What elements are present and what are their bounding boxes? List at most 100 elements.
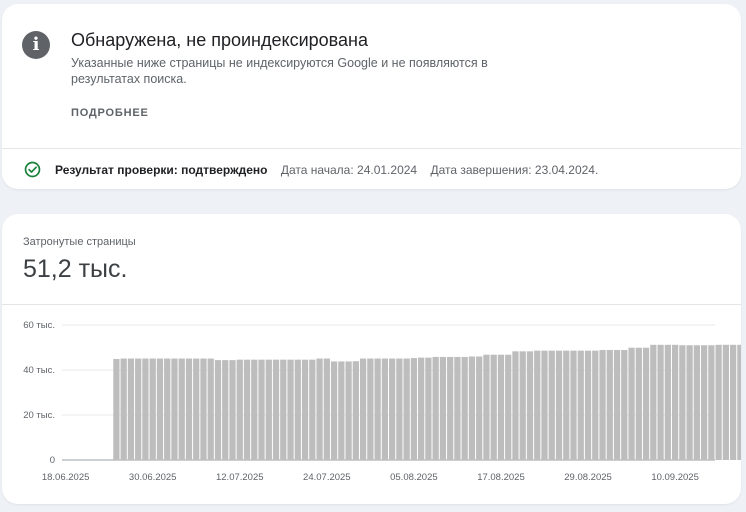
chart-bar[interactable] (693, 345, 700, 460)
chart-bar[interactable] (526, 351, 534, 460)
chart-bar[interactable] (236, 359, 243, 460)
chart-bar[interactable] (193, 358, 200, 460)
chart-bar[interactable] (316, 358, 323, 460)
chart-bar[interactable] (541, 350, 548, 460)
chart-bar[interactable] (548, 350, 555, 460)
chart-bar[interactable] (120, 358, 127, 460)
chart-bar[interactable] (570, 350, 577, 460)
chart-bar[interactable] (287, 359, 294, 460)
chart-bar[interactable] (505, 354, 512, 460)
chart-bar[interactable] (330, 361, 338, 460)
chart-bar[interactable] (628, 347, 635, 460)
chart-bar[interactable] (164, 358, 171, 460)
chart-bar[interactable] (606, 349, 613, 460)
chart-bar[interactable] (135, 358, 142, 460)
chart-bar[interactable] (142, 358, 149, 460)
chart-bar[interactable] (599, 349, 606, 460)
chart-bar[interactable] (323, 358, 330, 460)
chart-bar[interactable] (272, 359, 280, 460)
chart-bar[interactable] (563, 350, 570, 460)
chart-bar[interactable] (425, 357, 432, 460)
chart-bar[interactable] (222, 360, 229, 460)
y-tick-label: 0 (50, 455, 55, 466)
chart-bar[interactable] (127, 358, 135, 460)
chart-bar[interactable] (650, 344, 657, 460)
chart-bar[interactable] (534, 350, 541, 460)
chart-bar[interactable] (671, 344, 679, 460)
chart-bar[interactable] (432, 356, 439, 460)
chart-bar[interactable] (584, 350, 592, 460)
chart-bar[interactable] (483, 354, 490, 460)
chart-bar[interactable] (352, 361, 359, 460)
chart-bar[interactable] (468, 356, 476, 461)
chart-bar[interactable] (309, 359, 316, 460)
chart-bar[interactable] (722, 344, 730, 460)
chart-bar[interactable] (592, 350, 599, 460)
chart-bar[interactable] (447, 356, 454, 460)
chart-bar[interactable] (381, 358, 388, 460)
chart-bar[interactable] (700, 345, 708, 460)
chart-bar[interactable] (243, 359, 251, 460)
chart-bar[interactable] (359, 358, 367, 460)
learn-more-link[interactable]: ПОДРОБНЕЕ (71, 107, 149, 119)
chart-bar[interactable] (686, 345, 693, 460)
chart-bar[interactable] (265, 359, 272, 460)
chart-bar[interactable] (708, 345, 715, 460)
chart-bar[interactable] (737, 344, 741, 460)
chart-bar[interactable] (730, 344, 737, 460)
chart-bar[interactable] (439, 356, 447, 460)
x-tick-label: 18.06.2025 (42, 472, 90, 483)
chart-bar[interactable] (345, 361, 352, 460)
chart-bar[interactable] (512, 351, 519, 460)
chart-bar[interactable] (367, 358, 374, 460)
chart-bar[interactable] (461, 356, 468, 460)
chart-bar[interactable] (621, 349, 628, 460)
validation-end-date: Дата завершения: 23.04.2024. (430, 163, 599, 177)
chart-bar[interactable] (178, 358, 185, 460)
issue-status-card: i Обнаружена, не проиндексирована Указан… (2, 4, 741, 189)
chart-bar[interactable] (715, 344, 722, 460)
chart-bar[interactable] (664, 344, 671, 460)
chart-bar[interactable] (229, 360, 236, 460)
chart-bar[interactable] (410, 358, 418, 460)
chart-bar[interactable] (214, 360, 222, 460)
chart-bar[interactable] (519, 351, 526, 460)
x-tick-label: 29.08.2025 (564, 472, 612, 483)
chart-bar[interactable] (301, 359, 309, 460)
affected-pages-card: Затронутые страницы 51,2 тыс. 0 20 тыс. 40… (2, 214, 741, 504)
chart-bar[interactable] (338, 361, 345, 460)
chart-bar[interactable] (476, 356, 483, 461)
chart-bar[interactable] (454, 356, 461, 460)
chart-bar[interactable] (635, 347, 642, 460)
y-tick-label: 40 тыс. (23, 365, 55, 376)
chart-bar[interactable] (555, 350, 563, 460)
chart-bar[interactable] (207, 358, 214, 460)
x-tick-label: 30.06.2025 (129, 472, 177, 483)
chart-bar[interactable] (149, 358, 156, 460)
x-tick-label: 10.09.2025 (651, 472, 699, 483)
chart-bar[interactable] (403, 358, 410, 460)
chart-bar[interactable] (294, 359, 301, 460)
validation-result: Результат проверки: подтверждено (55, 163, 268, 177)
chart-bar[interactable] (258, 359, 265, 460)
chart-bar[interactable] (156, 358, 164, 460)
check-circle-icon (24, 161, 41, 178)
chart-bar[interactable] (679, 345, 686, 460)
chart-bar[interactable] (497, 354, 505, 460)
chart-bar[interactable] (280, 359, 287, 460)
chart-bar[interactable] (490, 354, 497, 460)
chart-bar[interactable] (577, 350, 584, 460)
chart-bar[interactable] (418, 357, 425, 460)
chart-bar[interactable] (389, 358, 396, 460)
chart-bar[interactable] (185, 358, 193, 460)
chart-bar[interactable] (113, 358, 120, 460)
chart-bar[interactable] (251, 359, 258, 460)
chart-bar[interactable] (613, 349, 621, 460)
chart-bar[interactable] (374, 358, 381, 460)
info-icon: i (22, 31, 50, 59)
chart-bar[interactable] (171, 358, 178, 460)
chart-bar[interactable] (200, 358, 207, 460)
chart-bar[interactable] (396, 358, 403, 460)
chart-bar[interactable] (642, 347, 650, 460)
chart-bar[interactable] (657, 344, 664, 460)
